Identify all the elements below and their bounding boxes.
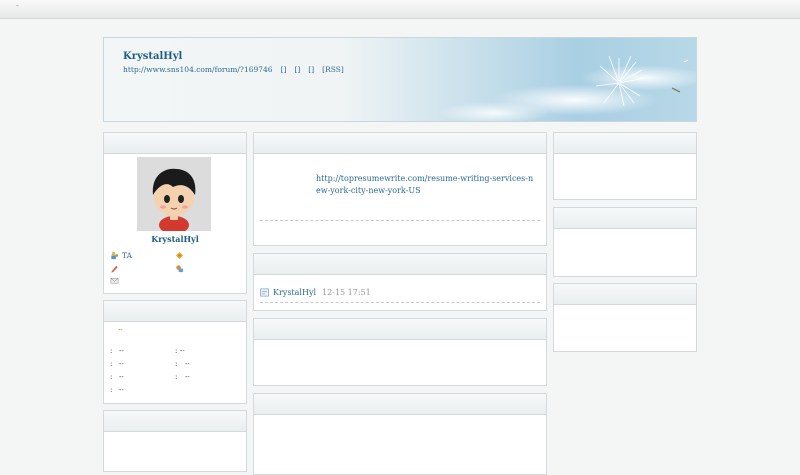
chat-action[interactable] bbox=[175, 264, 187, 273]
envelope-icon bbox=[110, 277, 119, 284]
stat-label: : bbox=[175, 347, 178, 355]
stat-value: -- bbox=[185, 360, 190, 368]
post-link[interactable]: http://topresumewrite.com/resume-writing… bbox=[316, 173, 536, 197]
message-author[interactable]: KrystalHyl bbox=[273, 288, 316, 297]
stat-label: : bbox=[175, 360, 178, 368]
center-panel-3 bbox=[253, 318, 547, 386]
stats-headline: -- bbox=[118, 326, 123, 334]
stat-label: : bbox=[175, 373, 178, 381]
blog-banner: KrystalHyl http://www.sns104.com/forum/?… bbox=[103, 37, 697, 122]
stat-label: : bbox=[110, 386, 113, 394]
message-icon bbox=[260, 288, 269, 297]
center-panel-4 bbox=[253, 393, 547, 475]
message-time: 12-15 17:51 bbox=[322, 288, 371, 297]
profile-username[interactable]: KrystalHyl bbox=[104, 234, 246, 244]
stat-label: : bbox=[110, 347, 113, 355]
avatar-image bbox=[137, 157, 211, 231]
stat-label: : bbox=[110, 373, 113, 381]
right-panel-3 bbox=[553, 283, 697, 352]
people-icon bbox=[111, 251, 119, 260]
stat-value: -- bbox=[119, 360, 124, 368]
right-panel-1 bbox=[553, 132, 697, 200]
banner-link-b[interactable]: [] bbox=[294, 65, 300, 74]
blog-title[interactable]: KrystalHyl bbox=[123, 51, 182, 62]
latest-post-header bbox=[254, 133, 546, 154]
center-panel-4-header bbox=[254, 394, 546, 415]
banner-link-a[interactable]: [] bbox=[281, 65, 287, 74]
stats-panel-header bbox=[104, 301, 246, 322]
right-panel-1-header bbox=[554, 133, 696, 154]
avatar[interactable] bbox=[137, 157, 211, 231]
stat-value: -- bbox=[119, 373, 124, 381]
post-divider bbox=[260, 220, 540, 221]
banner-links: http://www.sns104.com/forum/?169746 [] [] [… bbox=[123, 65, 352, 74]
mail-action[interactable] bbox=[110, 276, 122, 285]
message-item: KrystalHyl 12-15 17:51 bbox=[260, 288, 371, 297]
stats-panel: -- : -- : -- : -- : -- : -- : -- : -- bbox=[103, 300, 247, 404]
pencil-icon bbox=[111, 265, 118, 273]
right-panel-2 bbox=[553, 207, 697, 277]
greet-action[interactable] bbox=[175, 251, 187, 260]
stat-value: -- bbox=[180, 347, 185, 355]
message-divider bbox=[260, 302, 540, 303]
banner-link-c[interactable]: [] bbox=[308, 65, 314, 74]
rss-link[interactable]: [RSS] bbox=[322, 65, 344, 74]
top-bar: - bbox=[0, 0, 800, 19]
right-panel-2-header bbox=[554, 208, 696, 229]
message-action[interactable] bbox=[110, 264, 122, 273]
messages-header bbox=[254, 254, 546, 275]
stat-value: -- bbox=[119, 347, 124, 355]
left-panel-3 bbox=[103, 410, 247, 472]
dandelion-decoration bbox=[595, 55, 689, 107]
chat-icon bbox=[176, 265, 184, 273]
profile-panel: KrystalHyl TA bbox=[103, 132, 247, 294]
stat-label: : bbox=[110, 360, 113, 368]
left-panel-3-header bbox=[104, 411, 246, 432]
action-label-ta: TA bbox=[122, 251, 133, 260]
add-friend-action[interactable]: TA bbox=[110, 251, 132, 260]
blog-url-link[interactable]: http://www.sns104.com/forum/?169746 bbox=[123, 65, 273, 74]
latest-post-panel: http://topresumewrite.com/resume-writing… bbox=[253, 132, 547, 246]
profile-panel-header bbox=[104, 133, 246, 154]
top-bar-marker: - bbox=[16, 1, 19, 10]
stat-value: -- bbox=[185, 373, 190, 381]
right-panel-3-header bbox=[554, 284, 696, 305]
gift-icon bbox=[175, 251, 184, 260]
center-panel-3-header bbox=[254, 319, 546, 340]
stat-value: -- bbox=[119, 386, 124, 394]
messages-panel: KrystalHyl 12-15 17:51 bbox=[253, 253, 547, 311]
